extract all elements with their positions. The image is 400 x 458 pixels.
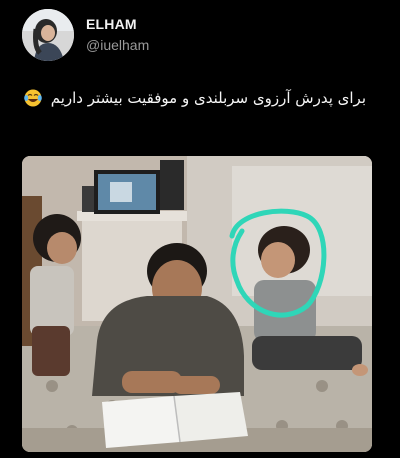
face-with-tears-of-joy-icon <box>24 89 42 107</box>
profile-avatar[interactable] <box>22 9 74 61</box>
tweet-text: برای پدرش آرزوی سربلندی و موفقیت بیشتر د… <box>50 89 366 107</box>
user-handle[interactable]: @iuelham <box>86 37 149 55</box>
user-meta: ELHAM @iuelham <box>86 16 149 54</box>
display-name[interactable]: ELHAM <box>86 16 149 34</box>
photo-of-father-studying-on-floor-with-children <box>22 156 372 452</box>
tweet-media-photo[interactable] <box>22 156 372 452</box>
profile-avatar-icon <box>22 9 74 61</box>
tweet-header: ELHAM @iuelham <box>22 8 149 62</box>
tweet-card: ELHAM @iuelham برای پدرش آرزوی سربلندی و… <box>0 0 400 458</box>
tweet-text-row: برای پدرش آرزوی سربلندی و موفقیت بیشتر د… <box>23 88 366 108</box>
